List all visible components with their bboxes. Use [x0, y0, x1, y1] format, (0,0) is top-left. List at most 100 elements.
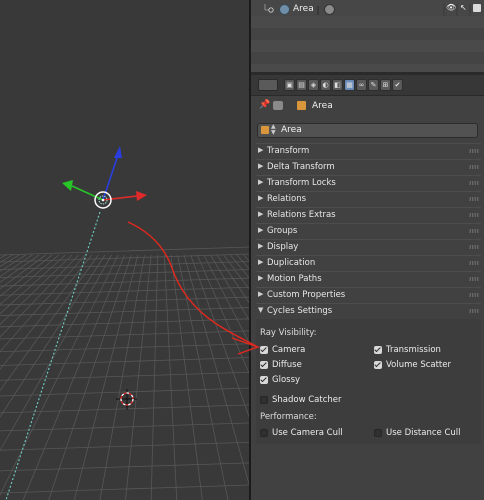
modifiers-tab-icon[interactable]: ✎ [368, 79, 379, 91]
grid-line [0, 330, 250, 340]
editor-type-menu[interactable] [258, 79, 278, 91]
object-tab-icon[interactable]: ◧ [332, 79, 343, 91]
object-tab-active-icon[interactable]: ▦ [344, 79, 355, 91]
panel-groups[interactable]: ▶ Groups [256, 223, 481, 238]
pin-icon[interactable]: 📌 [259, 100, 270, 110]
panel-duplication[interactable]: ▶ Duplication [256, 255, 481, 270]
panel-delta-transform[interactable]: ▶ Delta Transform [256, 159, 481, 174]
scene-tab-icon[interactable]: ◈ [308, 79, 319, 91]
cycles-settings-body: Ray Visibility: Camera Transmission Diff… [256, 319, 481, 444]
grid-line [177, 254, 229, 500]
outliner-empty-row [251, 40, 484, 52]
render-layers-tab-icon[interactable]: ▤ [296, 79, 307, 91]
panel-transform-locks[interactable]: ▶ Transform Locks [256, 175, 481, 190]
context-path-label: Area [312, 101, 333, 111]
object-datablock-icon [261, 126, 269, 134]
transmission-checkbox[interactable] [374, 346, 382, 354]
object-name-value: Area [281, 125, 302, 135]
grid-line [0, 371, 250, 381]
panel-motion-paths[interactable]: ▶ Motion Paths [256, 271, 481, 286]
drag-grip-icon[interactable] [469, 293, 479, 297]
drag-grip-icon[interactable] [469, 197, 479, 201]
world-tab-icon[interactable]: ◐ [320, 79, 331, 91]
grid-line [150, 254, 159, 500]
panel-label: Relations Extras [267, 210, 336, 220]
grid-line [0, 441, 250, 451]
ray-visibility-label: Ray Visibility: [260, 328, 317, 338]
outliner-empty-row [251, 64, 484, 72]
performance-label: Performance: [260, 412, 317, 422]
scene-link-icon [273, 101, 283, 110]
grid-line [0, 404, 250, 414]
grid-line [0, 277, 250, 287]
panel-label: Transform [267, 146, 310, 156]
grid-line [0, 254, 53, 297]
outliner-empty-row [251, 52, 484, 64]
panel-label: Cycles Settings [267, 306, 333, 316]
drag-grip-icon[interactable] [469, 181, 479, 185]
panel-label: Custom Properties [267, 290, 346, 300]
texture-tab-icon[interactable]: ⊞ [380, 79, 391, 91]
grid-line [163, 254, 178, 500]
drag-grip-icon[interactable] [469, 245, 479, 249]
diffuse-label: Diffuse [272, 360, 302, 370]
diffuse-checkbox[interactable] [260, 361, 268, 369]
panel-label: Duplication [267, 258, 316, 268]
use-distance-cull-checkbox[interactable] [374, 429, 382, 437]
visibility-eye-icon[interactable]: 👁 [446, 3, 456, 12]
grid-line [0, 484, 250, 494]
grid-line [0, 254, 13, 263]
panel-relations[interactable]: ▶ Relations [256, 191, 481, 206]
grid-line [0, 254, 79, 338]
3d-viewport[interactable] [0, 0, 250, 500]
render-camera-icon[interactable] [473, 4, 481, 12]
camera-checkbox[interactable] [260, 346, 268, 354]
drag-grip-icon[interactable] [469, 213, 479, 217]
viewport-canvas [0, 146, 250, 500]
drag-grip-icon[interactable] [469, 261, 479, 265]
collapsed-triangle-icon: ▶ [258, 146, 264, 154]
use-camera-cull-checkbox[interactable] [260, 429, 268, 437]
panel-transform[interactable]: ▶ Transform [256, 143, 481, 158]
grid-line [0, 387, 250, 397]
drag-grip-icon[interactable] [469, 149, 479, 153]
drag-grip-icon[interactable] [469, 165, 479, 169]
shadow-catcher-checkbox[interactable] [260, 396, 268, 404]
y-axis-arrow-icon [62, 180, 73, 191]
render-tab-camera-icon[interactable]: ▣ [284, 79, 295, 91]
panel-display[interactable]: ▶ Display [256, 239, 481, 254]
grid-line [0, 254, 33, 278]
volume-scatter-checkbox[interactable] [374, 361, 382, 369]
physics-tab-icon[interactable]: ✔ [392, 79, 403, 91]
collapsed-triangle-icon: ▶ [258, 274, 264, 282]
outliner-panel: Area 👁 ↖ [251, 0, 484, 72]
drag-grip-icon[interactable] [469, 229, 479, 233]
datablock-browse-arrows-icon[interactable]: ▲ ▼ [271, 124, 276, 136]
x-axis-arrow-icon [136, 191, 147, 201]
collapsed-triangle-icon: ▶ [258, 226, 264, 234]
collapsed-triangle-icon: ▶ [258, 210, 264, 218]
panel-cycles-settings[interactable]: ▼ Cycles Settings [256, 303, 481, 318]
floor-grid [0, 246, 250, 500]
use-distance-cull-label: Use Distance Cull [386, 428, 461, 438]
use-camera-cull-label: Use Camera Cull [272, 428, 343, 438]
glossy-label: Glossy [272, 375, 301, 385]
grid-line [0, 254, 26, 272]
object-name-field[interactable]: ▲ ▼ Area [257, 123, 478, 138]
constraints-tab-icon[interactable]: ∞ [356, 79, 367, 91]
glossy-checkbox[interactable] [260, 376, 268, 384]
grid-line [0, 246, 250, 256]
outliner-row-area[interactable]: Area 👁 ↖ [251, 3, 484, 16]
light-object-icon [279, 4, 290, 15]
drag-grip-icon[interactable] [469, 277, 479, 281]
panel-relations-extras[interactable]: ▶ Relations Extras [256, 207, 481, 222]
grid-line [0, 462, 250, 472]
collapsed-triangle-icon: ▶ [258, 194, 264, 202]
drag-grip-icon[interactable] [469, 309, 479, 313]
transform-gizmo [62, 146, 147, 209]
panel-custom-properties[interactable]: ▶ Custom Properties [256, 287, 481, 302]
select-arrow-icon[interactable]: ↖ [460, 3, 467, 12]
camera-label: Camera [272, 345, 306, 355]
collapsed-triangle-icon: ▶ [258, 178, 264, 186]
properties-editor: ▣ ▤ ◈ ◐ ◧ ▦ ∞ ✎ ⊞ ✔ 📌 Area ▲ ▼ Area ▶ Tran… [251, 75, 484, 500]
